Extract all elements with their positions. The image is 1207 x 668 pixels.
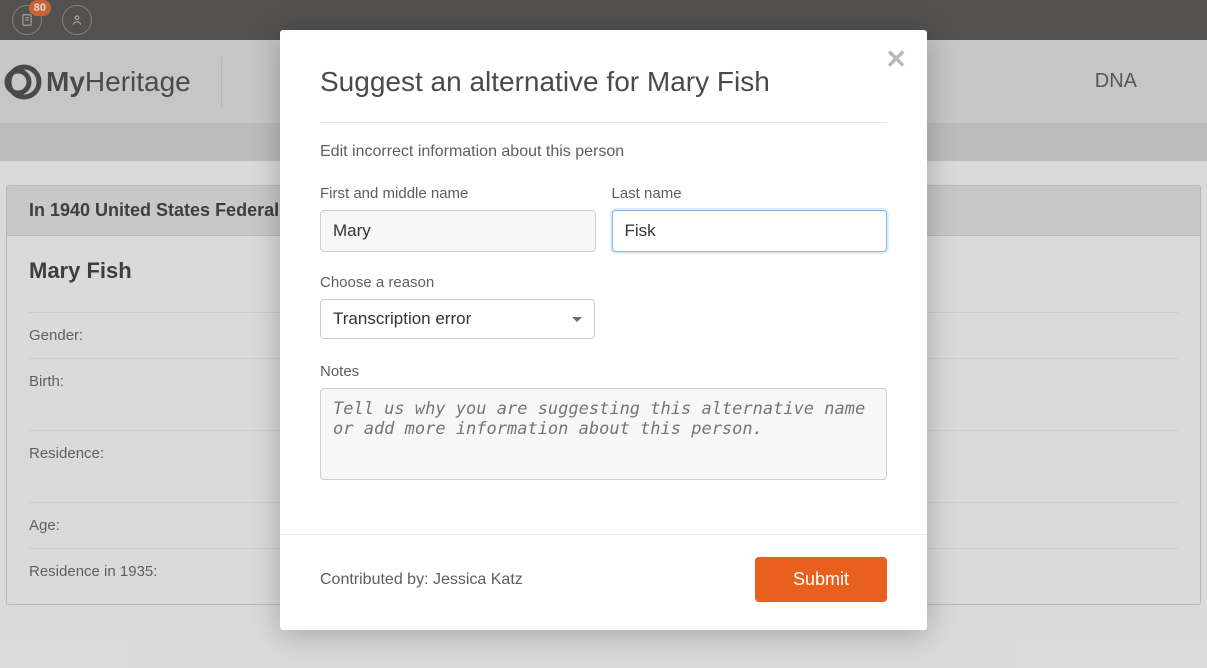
suggest-alternative-modal: ✕ Suggest an alternative for Mary Fish E…	[280, 30, 927, 630]
submit-button[interactable]: Submit	[755, 557, 887, 602]
last-name-label: Last name	[612, 185, 888, 202]
contributor-label: Contributed by: Jessica Katz	[320, 571, 523, 589]
notes-group: Notes	[320, 363, 887, 480]
name-fields-row: First and middle name Last name	[320, 185, 887, 252]
notes-label: Notes	[320, 363, 887, 380]
notes-textarea[interactable]	[320, 388, 887, 480]
chevron-down-icon	[572, 317, 582, 322]
modal-subtitle: Edit incorrect information about this pe…	[320, 143, 887, 161]
reason-group: Choose a reason Transcription error	[320, 274, 887, 339]
close-icon[interactable]: ✕	[885, 46, 907, 72]
first-name-input[interactable]	[320, 210, 596, 252]
modal-footer: Contributed by: Jessica Katz Submit	[280, 534, 927, 630]
reason-selected-value: Transcription error	[333, 309, 471, 329]
modal-layer: ✕ Suggest an alternative for Mary Fish E…	[0, 0, 1207, 668]
reason-label: Choose a reason	[320, 274, 887, 291]
first-name-group: First and middle name	[320, 185, 596, 252]
modal-divider	[320, 122, 887, 123]
first-name-label: First and middle name	[320, 185, 596, 202]
modal-title: Suggest an alternative for Mary Fish	[320, 66, 887, 98]
reason-select[interactable]: Transcription error	[320, 299, 595, 339]
last-name-group: Last name	[612, 185, 888, 252]
modal-body: Suggest an alternative for Mary Fish Edi…	[280, 30, 927, 534]
last-name-input[interactable]	[612, 210, 888, 252]
